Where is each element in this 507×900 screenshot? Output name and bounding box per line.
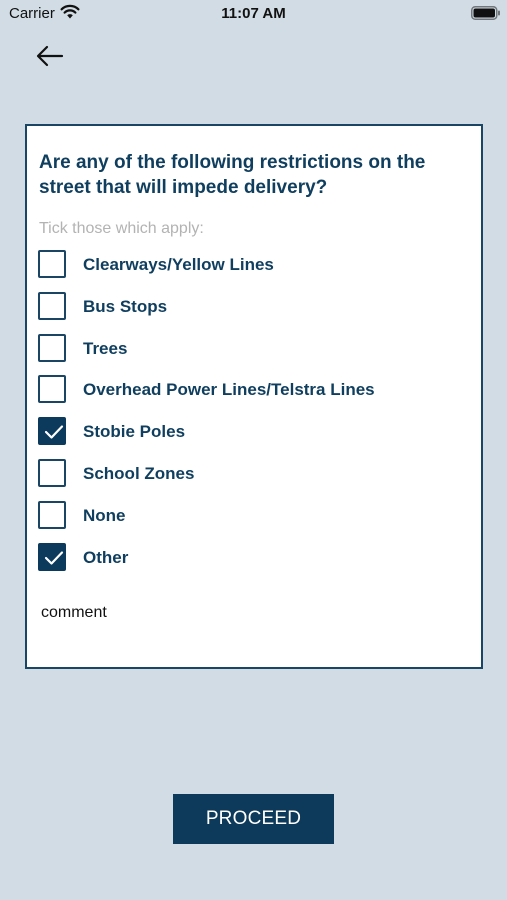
option-label: School Zones (83, 464, 195, 483)
option-row[interactable]: Stobie Poles (38, 417, 468, 449)
option-row[interactable]: School Zones (38, 459, 468, 491)
option-label: Bus Stops (83, 297, 168, 316)
battery-icon (471, 6, 501, 25)
checkbox[interactable] (38, 292, 66, 320)
option-label: Other (83, 548, 129, 567)
option-label: Clearways/Yellow Lines (83, 255, 274, 274)
comment-field[interactable]: comment (41, 604, 107, 622)
proceed-button[interactable]: PROCEED (173, 794, 334, 844)
option-row[interactable]: Clearways/Yellow Lines (38, 250, 468, 282)
question-text: Are any of the following restrictions on… (39, 152, 426, 198)
checkmark-icon (44, 425, 64, 439)
checkmark-icon (44, 551, 64, 565)
option-label: Overhead Power Lines/Telstra Lines (83, 380, 375, 399)
status-bar: Carrier 11:07 AM (0, 0, 507, 28)
option-row[interactable]: Overhead Power Lines/Telstra Lines (38, 375, 468, 407)
checkbox[interactable] (38, 501, 66, 529)
restrictions-card: Are any of the following restrictions on… (25, 124, 483, 669)
option-row[interactable]: Trees (38, 334, 468, 366)
arrow-left-icon (34, 45, 66, 74)
option-row[interactable]: None (38, 501, 468, 533)
option-label: None (83, 506, 126, 525)
checkbox[interactable] (38, 459, 66, 487)
option-row[interactable]: Other (38, 543, 468, 575)
option-label: Stobie Poles (83, 422, 186, 441)
checkbox[interactable] (38, 375, 66, 403)
option-label: Trees (83, 339, 128, 358)
checkbox[interactable] (38, 250, 66, 278)
back-button[interactable] (34, 42, 66, 70)
checkbox[interactable] (38, 543, 66, 571)
status-time: 11:07 AM (221, 5, 286, 22)
instruction-text: Tick those which apply: (39, 220, 204, 237)
checkbox[interactable] (38, 334, 66, 362)
checkbox[interactable] (38, 417, 66, 445)
option-row[interactable]: Bus Stops (38, 292, 468, 324)
